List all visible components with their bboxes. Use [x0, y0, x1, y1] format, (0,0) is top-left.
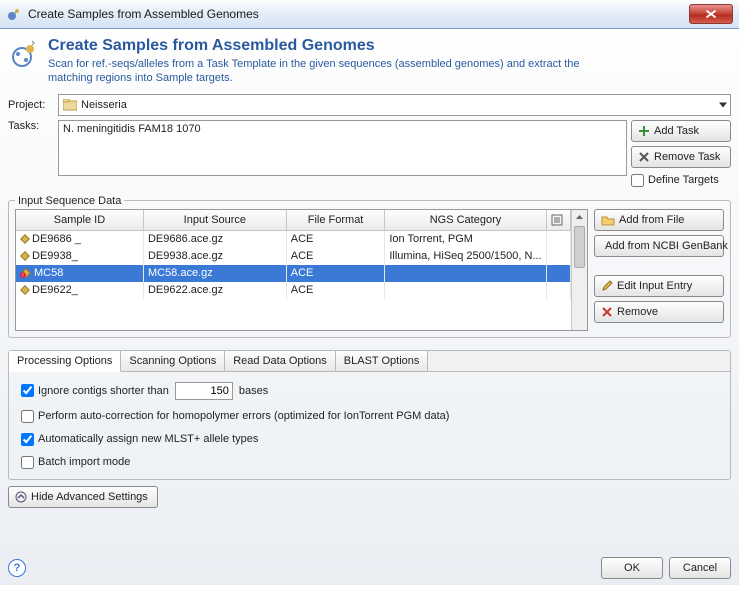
plus-icon: [638, 125, 650, 137]
mlst-checkbox[interactable]: Automatically assign new MLST+ allele ty…: [21, 433, 718, 446]
project-label: Project:: [8, 99, 54, 111]
table-row[interactable]: !MC58MC58.ace.gzACE: [16, 265, 571, 282]
tasks-listbox[interactable]: N. meningitidis FAM18 1070: [58, 120, 627, 176]
edit-input-entry-button[interactable]: Edit Input Entry: [594, 275, 724, 297]
add-from-ncbi-button[interactable]: Add from NCBI GenBank: [594, 235, 724, 257]
tab-blast[interactable]: BLAST Options: [336, 351, 429, 371]
cancel-button[interactable]: Cancel: [669, 557, 731, 579]
group-legend: Input Sequence Data: [15, 195, 124, 207]
header-icon: [8, 37, 40, 69]
tasks-label: Tasks:: [8, 120, 54, 132]
isd-table[interactable]: Sample ID Input Source File Format NGS C…: [15, 209, 588, 331]
dialog-body: Create Samples from Assembled Genomes Sc…: [0, 29, 739, 585]
project-value: Neisseria: [81, 99, 127, 111]
tab-processing-content: Ignore contigs shorter than bases Perfor…: [9, 372, 730, 479]
input-sequence-data-group: Input Sequence Data Sample ID Input Sour…: [8, 195, 731, 338]
ignore-contigs-value[interactable]: [175, 382, 233, 400]
tab-processing[interactable]: Processing Options: [9, 351, 121, 372]
table-row[interactable]: DE9686 _DE9686.ace.gzACEIon Torrent, PGM: [16, 230, 571, 248]
ok-button[interactable]: OK: [601, 557, 663, 579]
tab-readdata[interactable]: Read Data Options: [225, 351, 336, 371]
scroll-thumb[interactable]: [574, 226, 585, 268]
task-item[interactable]: N. meningitidis FAM18 1070: [63, 123, 622, 135]
table-row[interactable]: DE9938_DE9938.ace.gzACEIllumina, HiSeq 2…: [16, 248, 571, 265]
col-format[interactable]: File Format: [286, 210, 385, 231]
x-icon: [638, 151, 650, 163]
help-button[interactable]: ?: [8, 559, 26, 577]
chevron-down-icon: [719, 102, 727, 107]
window-title: Create Samples from Assembled Genomes: [28, 7, 259, 21]
isd-buttons: Add from File Add from NCBI GenBank Edit…: [594, 209, 724, 331]
chevron-up-circle-icon: [15, 491, 27, 503]
vertical-scrollbar[interactable]: [571, 210, 587, 330]
ignore-contigs-suffix: bases: [239, 385, 268, 397]
define-targets-checkbox[interactable]: Define Targets: [631, 174, 731, 187]
window-icon: [6, 6, 22, 22]
ignore-contigs-checkbox[interactable]: Ignore contigs shorter than: [21, 384, 169, 397]
sample-icon: [20, 285, 30, 295]
col-ngs[interactable]: NGS Category: [385, 210, 546, 231]
close-button[interactable]: [689, 4, 733, 24]
dialog-footer: ? OK Cancel: [8, 555, 731, 579]
page-subtitle: Scan for ref.-seqs/alleles from a Task T…: [48, 57, 608, 86]
table-header-row: Sample ID Input Source File Format NGS C…: [16, 210, 571, 231]
sample-icon: [20, 234, 30, 244]
autocorrect-checkbox[interactable]: Perform auto-correction for homopolymer …: [21, 410, 718, 423]
header-section: Create Samples from Assembled Genomes Sc…: [8, 37, 731, 86]
options-tabs: Processing Options Scanning Options Read…: [8, 350, 731, 480]
svg-text:!: !: [22, 273, 23, 278]
col-source[interactable]: Input Source: [143, 210, 286, 231]
remove-input-button[interactable]: Remove: [594, 301, 724, 323]
tab-scanning[interactable]: Scanning Options: [121, 351, 225, 371]
titlebar: Create Samples from Assembled Genomes: [0, 0, 739, 29]
folder-open-icon: [601, 214, 615, 226]
tab-bar: Processing Options Scanning Options Read…: [9, 351, 730, 372]
close-icon: [705, 9, 717, 19]
remove-task-button[interactable]: Remove Task: [631, 146, 731, 168]
warning-icon: !: [20, 268, 32, 278]
x-red-icon: [601, 306, 613, 318]
task-buttons: Add Task Remove Task Define Targets: [631, 120, 731, 187]
col-config-icon[interactable]: [546, 210, 570, 231]
table-row[interactable]: DE9622_DE9622.ace.gzACE: [16, 282, 571, 299]
scroll-up-icon[interactable]: [572, 210, 587, 224]
batch-import-checkbox[interactable]: Batch import mode: [21, 456, 718, 469]
project-icon: [63, 99, 77, 111]
project-combo[interactable]: Neisseria: [58, 94, 731, 116]
tasks-row: Tasks: N. meningitidis FAM18 1070 Add Ta…: [8, 120, 731, 187]
add-from-file-button[interactable]: Add from File: [594, 209, 724, 231]
pencil-icon: [601, 280, 613, 292]
sample-icon: [20, 251, 30, 261]
page-title: Create Samples from Assembled Genomes: [48, 37, 608, 55]
hide-advanced-button[interactable]: Hide Advanced Settings: [8, 486, 158, 508]
col-sample[interactable]: Sample ID: [16, 210, 143, 231]
add-task-button[interactable]: Add Task: [631, 120, 731, 142]
project-row: Project: Neisseria: [8, 94, 731, 116]
